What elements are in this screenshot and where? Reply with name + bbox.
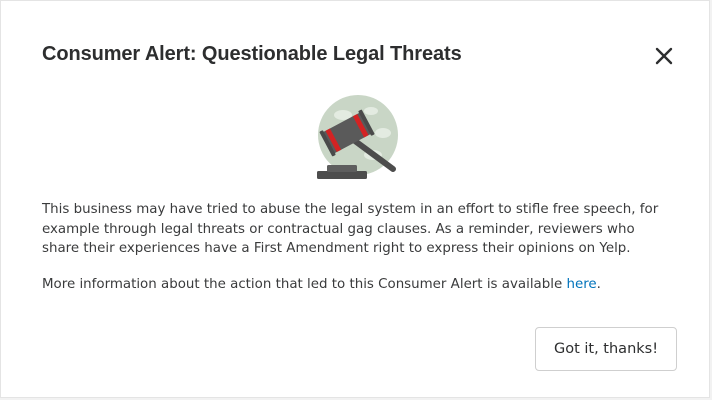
close-icon [655, 47, 673, 65]
more-info-text: More information about the action that l… [42, 275, 672, 295]
close-button[interactable] [649, 41, 679, 71]
here-link[interactable]: here [566, 277, 596, 292]
consumer-alert-dialog: Consumer Alert: Questionable Legal Threa… [0, 0, 710, 398]
gavel-icon [317, 95, 398, 179]
more-info-period: . [596, 277, 601, 292]
alert-description: This business may have tried to abuse th… [42, 202, 659, 256]
dialog-title: Consumer Alert: Questionable Legal Threa… [42, 43, 462, 65]
more-info-label: More information about the action that l… [42, 277, 567, 292]
got-it-button[interactable]: Got it, thanks! [535, 327, 677, 371]
